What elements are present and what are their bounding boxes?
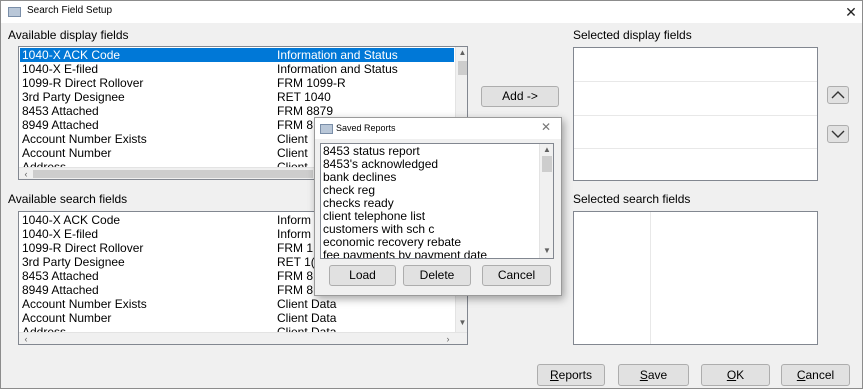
available-search-label: Available search fields (8, 192, 128, 206)
field-category: Client (277, 146, 308, 160)
selected-display-list[interactable] (573, 47, 818, 181)
field-name: 1099-R Direct Rollover (22, 241, 144, 255)
field-name: 8949 Attached (22, 118, 99, 132)
selected-search-label: Selected search fields (573, 192, 691, 206)
list-item[interactable]: Account Number Client Data (20, 311, 454, 325)
close-button[interactable]: ✕ (841, 2, 861, 22)
field-name: Account Number (22, 146, 112, 160)
chevron-down-icon (831, 130, 845, 138)
load-button[interactable]: Load (329, 265, 396, 286)
field-name: Account Number (22, 311, 112, 325)
delete-button[interactable]: Delete (403, 265, 471, 286)
field-name: 1040-X ACK Code (22, 213, 121, 227)
dialog-cancel-button[interactable]: Cancel (482, 265, 551, 286)
field-category: Inform (277, 227, 312, 241)
field-category: FRM 8 (277, 269, 313, 283)
window-icon (320, 124, 333, 134)
scroll-thumb[interactable] (542, 156, 552, 172)
saved-report-item[interactable]: economic recovery rebate (323, 236, 461, 249)
saved-report-item[interactable]: checks ready (323, 197, 394, 210)
scroll-up-icon[interactable]: ▲ (540, 145, 553, 154)
title-bar: Search Field Setup ✕ (1, 1, 862, 23)
saved-reports-vscroll[interactable]: ▲ ▼ (539, 144, 553, 258)
field-name: 1040-X E-filed (22, 227, 99, 241)
field-name: 1040-X E-filed (22, 62, 99, 76)
field-name: 1099-R Direct Rollover (22, 76, 144, 90)
field-category: Information and Status (277, 62, 398, 76)
selected-search-list[interactable] (573, 211, 818, 345)
field-category: Information and Status (277, 48, 398, 62)
field-name: 8453 Attached (22, 104, 99, 118)
list-item[interactable]: 1040-X ACK Code Information and Status (20, 48, 454, 62)
field-category: Inform (277, 213, 312, 227)
chevron-up-icon (831, 91, 845, 99)
saved-reports-list[interactable]: fee payments by payment date economic rec… (320, 143, 554, 259)
move-down-button[interactable] (827, 125, 849, 143)
list-item[interactable]: 1040-X E-filed Information and Status (20, 62, 454, 76)
available-search-hscroll[interactable]: ‹ › (19, 332, 467, 344)
field-category: RET 1040 (277, 90, 331, 104)
field-category: FRM 1 (277, 241, 313, 255)
reports-button[interactable]: Reports (537, 364, 605, 386)
dialog-title-bar: Saved Reports ✕ (315, 118, 561, 139)
field-name: 1040-X ACK Code (22, 48, 121, 62)
saved-report-item[interactable]: client telephone list (323, 210, 425, 223)
field-name: 3rd Party Designee (22, 255, 125, 269)
scroll-up-icon[interactable]: ▲ (456, 48, 467, 57)
scroll-right-icon[interactable]: › (443, 334, 453, 344)
field-category: Client Data (277, 297, 337, 311)
field-category: RET 1( (277, 255, 315, 269)
field-category: Client Data (277, 311, 337, 325)
field-name: 8453 Attached (22, 269, 99, 283)
list-item[interactable]: 1099-R Direct Rollover FRM 1099-R (20, 76, 454, 90)
scroll-left-icon[interactable]: ‹ (21, 169, 31, 179)
add-button[interactable]: Add -> (481, 86, 559, 107)
saved-report-item[interactable]: check reg (323, 184, 375, 197)
move-up-button[interactable] (827, 86, 849, 104)
list-item[interactable]: 8453 Attached FRM 8879 (20, 104, 454, 118)
scroll-down-icon[interactable]: ▼ (540, 246, 553, 255)
selected-display-label: Selected display fields (573, 28, 692, 42)
list-item[interactable]: 3rd Party Designee RET 1040 (20, 90, 454, 104)
saved-report-item[interactable]: fee payments by payment date (323, 249, 487, 259)
field-category: FRM 8 (277, 283, 313, 297)
scroll-left-icon[interactable]: ‹ (21, 334, 31, 344)
field-name: 8949 Attached (22, 283, 99, 297)
saved-report-item[interactable]: 8453's acknowledged (323, 158, 438, 171)
window-icon (8, 7, 21, 17)
field-category: FRM 8879 (277, 104, 334, 118)
available-display-label: Available display fields (8, 28, 129, 42)
field-category: FRM 1099-R (277, 76, 346, 90)
list-item[interactable]: Account Number Exists Client Data (20, 297, 454, 311)
saved-report-item[interactable]: 8453 status report (323, 145, 420, 158)
cancel-button[interactable]: Cancel (781, 364, 850, 386)
scroll-thumb[interactable] (458, 61, 467, 75)
hscroll-thumb[interactable] (33, 170, 313, 178)
window-title: Search Field Setup (27, 5, 113, 16)
field-category: Client (277, 132, 308, 146)
field-name: 3rd Party Designee (22, 90, 125, 104)
save-button[interactable]: Save (618, 364, 689, 386)
field-name: Account Number Exists (22, 132, 147, 146)
ok-button[interactable]: OK (701, 364, 770, 386)
saved-report-item[interactable]: customers with sch c (323, 223, 434, 236)
saved-report-item[interactable]: bank declines (323, 171, 396, 184)
field-category: FRM 8 (277, 118, 313, 132)
scroll-down-icon[interactable]: ▼ (456, 318, 467, 327)
dialog-close-icon[interactable]: ✕ (541, 120, 551, 134)
saved-reports-dialog: Saved Reports ✕ fee payments by payment … (314, 117, 562, 296)
dialog-title: Saved Reports (336, 123, 396, 133)
field-name: Account Number Exists (22, 297, 147, 311)
